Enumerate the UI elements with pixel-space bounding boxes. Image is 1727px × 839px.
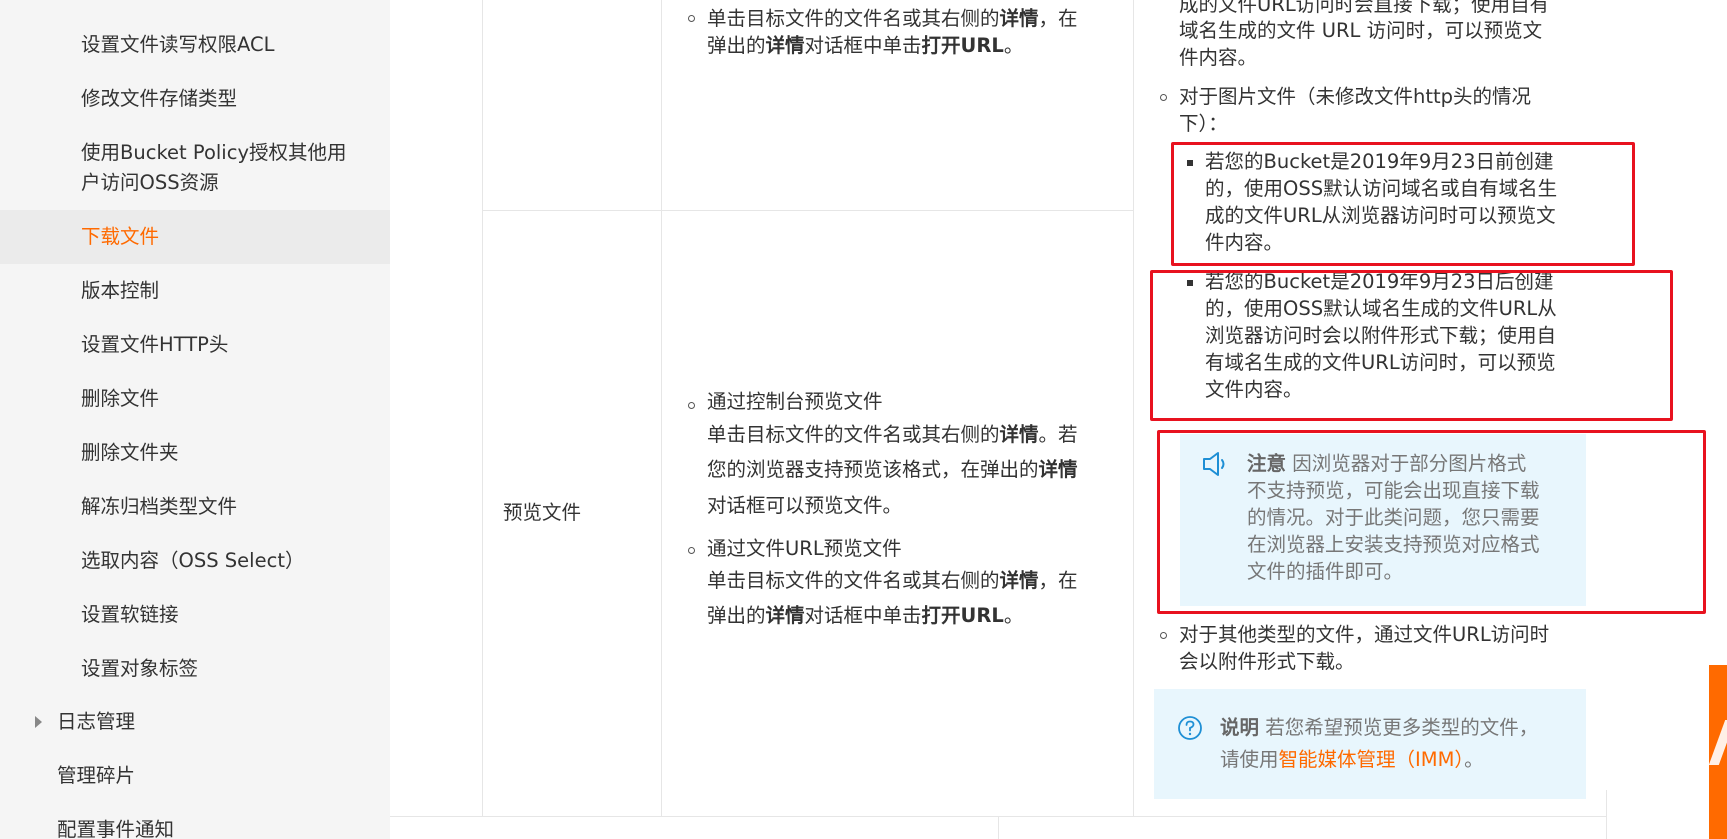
sidebar-item-download[interactable]: 下载文件: [81, 222, 159, 252]
text-fragment: ，在: [1038, 7, 1078, 30]
download-method-line2: 弹出的详情对话框中单击打开URL。: [707, 32, 1023, 59]
sidebar-item-delete-file[interactable]: 删除文件: [81, 384, 159, 414]
info-text: 请使用: [1220, 748, 1279, 771]
sidebar-nav: … 设置文件读写权限ACL 修改文件存储类型 使用Bucket Policy授权…: [0, 0, 390, 839]
bullet-icon: [688, 547, 695, 554]
sidebar-item-versioning[interactable]: 版本控制: [81, 276, 159, 306]
text-fragment: 对话框中单击: [804, 34, 922, 57]
bold-term: 详情: [999, 569, 1039, 592]
sidebar-item-event-notification[interactable]: 配置事件通知: [57, 815, 174, 839]
text-fragment: 对话框中单击: [804, 604, 922, 627]
info-line2: 请使用智能媒体管理（IMM）。: [1220, 746, 1484, 773]
sidebar-item-bucket-policy[interactable]: 使用Bucket Policy授权其他用户访问OSS资源: [81, 138, 351, 198]
bold-term: 详情: [999, 7, 1039, 30]
sidebar-item-object-tagging[interactable]: 设置对象标签: [81, 654, 198, 684]
text-fragment: 。若: [1038, 423, 1078, 446]
method1-title: 通过控制台预览文件: [707, 390, 883, 413]
text-fragment: 。: [1003, 604, 1024, 627]
text-fragment: 单击目标文件的文件名或其右侧的: [707, 423, 1000, 446]
text-fragment: 单击目标文件的文件名或其右侧的: [707, 569, 1000, 592]
feature-preview-file: 预览文件: [503, 501, 582, 524]
text-fragment: 。: [1003, 34, 1024, 57]
text-fragment: 您的浏览器支持预览该格式，在弹出的: [707, 458, 1039, 481]
sidebar-item-fragments[interactable]: 管理碎片: [57, 761, 135, 791]
table-col-divider-1: [661, 0, 662, 817]
widget-mark: [1708, 720, 1727, 765]
bold-term: 详情: [765, 604, 805, 627]
text-fragment: 弹出的: [707, 604, 766, 627]
highlight-box-before-date: [1171, 142, 1635, 266]
download-method-line1: 单击目标文件的文件名或其右侧的详情，在: [707, 5, 1078, 32]
method1-line2: 您的浏览器支持预览该格式，在弹出的详情: [707, 456, 1078, 483]
download-note-line0: 成的文件URL访问时会直接下载；使用自有: [1179, 0, 1550, 16]
question-circle-icon: [1178, 716, 1202, 740]
bullet-icon: [1160, 94, 1167, 101]
info-text: 。: [1464, 748, 1484, 771]
sidebar-item-acl[interactable]: 设置文件读写权限ACL: [81, 30, 274, 60]
bold-term: 详情: [999, 423, 1039, 446]
info-tip-box: [1154, 689, 1586, 799]
table-border-right: [1606, 790, 1607, 839]
method1-line1: 单击目标文件的文件名或其右侧的详情。若: [707, 421, 1078, 448]
other-rule-line2: 会以附件形式下载。: [1179, 650, 1355, 673]
image-rule-line2: 下）：: [1179, 112, 1228, 135]
bold-term: 打开URL: [921, 604, 1004, 627]
text-fragment: 单击目标文件的文件名或其右侧的: [707, 7, 1000, 30]
sidebar-item-log-management[interactable]: 日志管理: [57, 707, 135, 737]
method2-line1: 单击目标文件的文件名或其右侧的详情，在: [707, 567, 1078, 594]
sidebar-item-oss-select[interactable]: 选取内容（OSS Select）: [81, 546, 304, 576]
expand-arrow-icon[interactable]: [35, 716, 42, 728]
sidebar-item-http-header[interactable]: 设置文件HTTP头: [81, 330, 228, 360]
sidebar-item-symlink[interactable]: 设置软链接: [81, 600, 179, 630]
other-rule-line1: 对于其他类型的文件，通过文件URL访问时: [1179, 623, 1550, 646]
download-note-line1: 域名生成的文件 URL 访问时，可以预览文: [1179, 19, 1543, 42]
image-rule-line1: 对于图片文件（未修改文件http头的情况: [1179, 85, 1532, 108]
bullet-icon: [688, 402, 695, 409]
imm-link[interactable]: 智能媒体管理（IMM）: [1279, 748, 1465, 771]
bold-term: 详情: [765, 34, 805, 57]
sidebar-item-storage-class[interactable]: 修改文件存储类型: [81, 84, 237, 114]
method2-title: 通过文件URL预览文件: [707, 537, 902, 560]
text-fragment: ，在: [1038, 569, 1078, 592]
sidebar-item-delete-folder[interactable]: 删除文件夹: [81, 438, 179, 468]
bold-term: 详情: [1038, 458, 1078, 481]
bullet-icon: [688, 15, 695, 22]
info-text: 若您希望预览更多类型的文件，: [1265, 716, 1539, 739]
info-label: 说明: [1220, 716, 1260, 739]
info-line1: 说明 若您希望预览更多类型的文件，: [1220, 714, 1538, 741]
download-note-line2: 件内容。: [1179, 46, 1258, 69]
table-col-divider-2: [1133, 0, 1134, 817]
table-next-row-divider: [998, 816, 999, 839]
sidebar-active-highlight: [0, 210, 390, 264]
text-fragment: 弹出的: [707, 34, 766, 57]
table-border-left: [482, 0, 483, 817]
highlight-box-after-date: [1150, 270, 1673, 421]
bullet-icon: [1160, 632, 1167, 639]
highlight-box-note: [1157, 430, 1706, 614]
bold-term: 打开URL: [921, 34, 1004, 57]
method1-line3: 对话框可以预览文件。: [707, 494, 903, 517]
sidebar-item-restore-archive[interactable]: 解冻归档类型文件: [81, 492, 237, 522]
method2-line2: 弹出的详情对话框中单击打开URL。: [707, 602, 1023, 629]
floating-side-widget[interactable]: [1708, 665, 1727, 839]
table-row-divider: [482, 210, 1133, 211]
